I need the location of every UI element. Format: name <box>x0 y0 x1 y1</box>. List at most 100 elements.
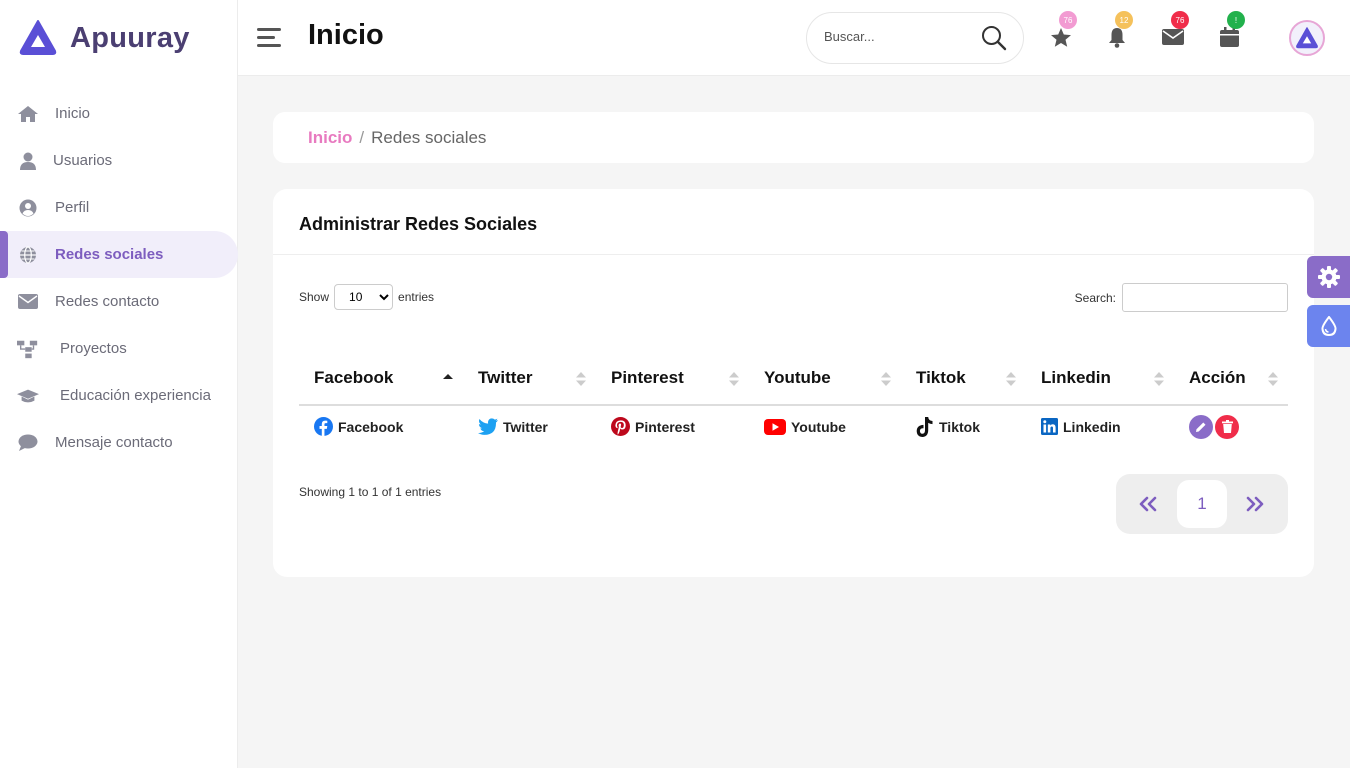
home-icon <box>17 104 39 124</box>
envelope-icon <box>17 292 39 312</box>
mail-icon <box>1162 29 1184 45</box>
settings-button[interactable] <box>1307 256 1350 298</box>
sort-icon <box>1268 372 1278 386</box>
column-header-facebook[interactable]: Facebook <box>299 351 463 406</box>
theme-color-button[interactable] <box>1307 305 1350 347</box>
column-header-label: Pinterest <box>611 367 684 387</box>
pagination-next-button[interactable] <box>1243 492 1267 516</box>
brand-name: Apuuray <box>70 21 190 54</box>
calendar-badge: ! <box>1227 11 1245 29</box>
social-networks-table: Facebook Twitter Pinterest Youtube Tikto… <box>299 351 1288 447</box>
calendar-icon <box>1219 27 1239 47</box>
droplet-icon <box>1320 316 1337 336</box>
sidebar-item-label: Perfil <box>55 199 90 216</box>
column-header-label: Youtube <box>764 367 831 387</box>
column-header-pinterest[interactable]: Pinterest <box>596 351 749 406</box>
notifications-badge: 12 <box>1115 11 1133 29</box>
sidebar-item-redes-contacto[interactable]: Redes contacto <box>0 278 238 325</box>
column-header-label: Facebook <box>314 367 394 387</box>
sort-icon <box>729 372 739 386</box>
page-size-select[interactable]: 10 <box>334 284 394 310</box>
user-circle-icon <box>17 198 39 218</box>
sitemap-icon <box>17 339 39 359</box>
sidebar-item-label: Mensaje contacto <box>55 434 173 451</box>
brand[interactable]: Apuuray <box>18 18 190 58</box>
facebook-icon <box>314 417 333 436</box>
sidebar-item-educacion-experiencia[interactable]: Educación experiencia <box>0 372 238 419</box>
breadcrumb-home-link[interactable]: Inicio <box>308 128 352 148</box>
table-search-input[interactable] <box>1122 283 1288 312</box>
cell-linkedin: Linkedin <box>1026 405 1174 447</box>
sidebar-item-perfil[interactable]: Perfil <box>0 184 238 231</box>
linkedin-icon <box>1041 418 1058 435</box>
sidebar-item-label: Usuarios <box>53 152 113 169</box>
card-divider <box>273 254 1314 255</box>
sidebar-item-inicio[interactable]: Inicio <box>0 90 238 137</box>
sidebar: Apuuray Inicio Usuarios Perfil Redes soc… <box>0 0 238 768</box>
sidebar-item-usuarios[interactable]: Usuarios <box>0 137 238 184</box>
edit-button[interactable] <box>1189 414 1213 439</box>
facebook-link[interactable]: Facebook <box>338 419 403 435</box>
page-size-control: Show 10 entries <box>299 284 434 310</box>
cell-twitter: Twitter <box>463 405 596 447</box>
sidebar-item-label: Inicio <box>55 105 91 122</box>
user-icon <box>17 151 39 171</box>
trash-icon <box>1221 420 1233 433</box>
delete-button[interactable] <box>1215 414 1239 439</box>
column-header-youtube[interactable]: Youtube <box>749 351 901 406</box>
search-icon[interactable] <box>981 25 1007 51</box>
column-header-tiktok[interactable]: Tiktok <box>901 351 1026 406</box>
cell-youtube: Youtube <box>749 405 901 447</box>
gear-icon <box>1317 266 1340 288</box>
pagination-page-button[interactable]: 1 <box>1177 480 1227 528</box>
sidebar-item-proyectos[interactable]: Proyectos <box>0 325 238 372</box>
twitter-icon <box>478 418 498 435</box>
pagination-previous-button[interactable] <box>1136 492 1160 516</box>
linkedin-link[interactable]: Linkedin <box>1063 419 1121 435</box>
cell-accion <box>1174 405 1288 447</box>
twitter-link[interactable]: Twitter <box>503 419 548 435</box>
column-header-label: Acción <box>1189 367 1246 387</box>
sidebar-item-redes-sociales[interactable]: Redes sociales <box>0 231 238 278</box>
sort-icon <box>1154 372 1164 386</box>
pinterest-link[interactable]: Pinterest <box>635 419 695 435</box>
sort-icon <box>881 372 891 386</box>
globe-icon <box>17 245 39 265</box>
column-header-linkedin[interactable]: Linkedin <box>1026 351 1174 406</box>
sidebar-nav: Inicio Usuarios Perfil Redes sociales Re… <box>0 90 238 466</box>
youtube-link[interactable]: Youtube <box>791 419 846 435</box>
sidebar-item-label: Redes contacto <box>55 293 160 310</box>
sidebar-item-mensaje-contacto[interactable]: Mensaje contacto <box>0 419 238 466</box>
search-input[interactable] <box>824 29 964 44</box>
cell-tiktok: Tiktok <box>901 405 1026 447</box>
table-search-label: Search: <box>1074 290 1116 305</box>
comment-icon <box>17 433 39 453</box>
tiktok-icon <box>916 416 933 437</box>
column-header-accion[interactable]: Acción <box>1174 351 1288 406</box>
sort-icon <box>576 372 586 386</box>
header-search <box>806 12 1024 64</box>
favorites-badge: 76 <box>1059 11 1077 29</box>
messages-button[interactable]: 76 <box>1160 11 1189 50</box>
page-title: Inicio <box>308 19 384 51</box>
show-label: Show <box>299 290 330 304</box>
breadcrumb-current: Redes sociales <box>371 128 487 147</box>
logo-icon <box>1296 27 1318 49</box>
cell-pinterest: Pinterest <box>596 405 749 447</box>
messages-badge: 76 <box>1171 11 1189 29</box>
pinterest-icon <box>611 417 630 436</box>
sidebar-item-label: Redes sociales <box>55 246 164 263</box>
pagination: 1 <box>1116 474 1288 534</box>
calendar-button[interactable]: ! <box>1216 11 1245 50</box>
youtube-icon <box>764 418 786 435</box>
notifications-button[interactable]: 12 <box>1104 11 1133 50</box>
column-header-twitter[interactable]: Twitter <box>463 351 596 406</box>
menu-toggle-icon[interactable] <box>257 28 281 48</box>
tiktok-link[interactable]: Tiktok <box>939 419 980 435</box>
breadcrumb-card: Inicio / Redes sociales <box>273 112 1314 163</box>
sidebar-item-label: Educación experiencia <box>60 387 211 404</box>
table-search: Search: <box>1075 283 1288 312</box>
favorites-button[interactable]: 76 <box>1048 11 1077 50</box>
avatar[interactable] <box>1289 20 1325 56</box>
breadcrumb: Inicio / Redes sociales <box>308 128 486 148</box>
